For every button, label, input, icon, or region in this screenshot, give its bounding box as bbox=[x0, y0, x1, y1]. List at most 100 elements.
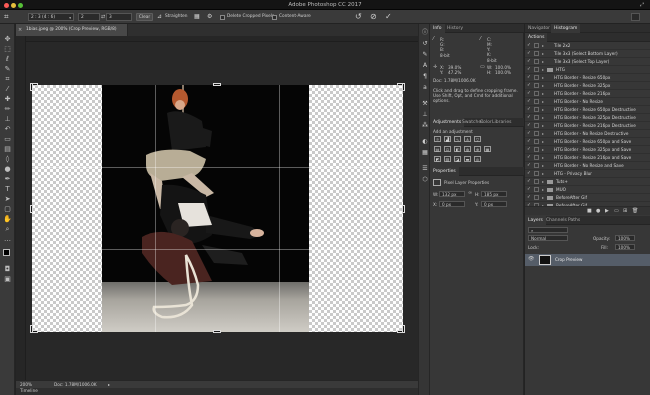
gradient-tool-icon[interactable]: ▤ bbox=[3, 145, 12, 154]
action-item[interactable]: ✓ ▸ MUO bbox=[525, 186, 650, 194]
action-item[interactable]: ✓ ▸ HTG Border - Resize 650px bbox=[525, 74, 650, 82]
fill-field[interactable]: 100% bbox=[615, 244, 635, 250]
styles-panel-icon[interactable]: ▦ bbox=[421, 149, 429, 157]
selective-color-icon[interactable]: ◎ bbox=[474, 156, 481, 162]
crop-tool-icon[interactable]: ⌗ bbox=[3, 75, 12, 84]
blur-tool-icon[interactable]: ◊ bbox=[3, 155, 12, 164]
action-dialog-toggle[interactable] bbox=[534, 131, 539, 136]
crop-handle-right[interactable] bbox=[402, 205, 405, 213]
action-item[interactable]: ✓ ▸ HTG Border - No Resize Destructive bbox=[525, 130, 650, 138]
eyedropper-tool-icon[interactable]: ⁄ bbox=[3, 85, 12, 94]
workspace-switcher[interactable] bbox=[631, 13, 640, 21]
content-aware-checkbox[interactable] bbox=[272, 15, 277, 20]
layer-filter-select[interactable]: ⌕ bbox=[528, 227, 568, 233]
action-dialog-toggle[interactable] bbox=[534, 171, 539, 176]
action-item[interactable]: ✓ ▸ HTG Border - No Resize bbox=[525, 98, 650, 106]
properties-panel-icon[interactable]: ☰ bbox=[421, 165, 429, 173]
expand-arrow-icon[interactable]: ▸ bbox=[542, 58, 544, 66]
delete-cropped-checkbox[interactable] bbox=[220, 15, 225, 20]
swap-ratio-icon[interactable]: ⇄ bbox=[101, 13, 105, 21]
expand-arrow-icon[interactable]: ▸ bbox=[542, 42, 544, 50]
layer-row-crop-preview[interactable]: 👁 Crop Preview bbox=[525, 254, 650, 266]
timeline-tab[interactable]: Timeline bbox=[20, 387, 38, 395]
adjustments-panel-icon[interactable]: ◐ bbox=[421, 138, 429, 146]
expand-arrow-icon[interactable]: ▸ bbox=[542, 50, 544, 58]
action-dialog-toggle[interactable] bbox=[534, 163, 539, 168]
action-enabled-check-icon[interactable]: ✓ bbox=[527, 67, 532, 72]
eye-icon[interactable]: 👁 bbox=[528, 257, 534, 262]
action-dialog-toggle[interactable] bbox=[534, 115, 539, 120]
expand-arrow-icon[interactable]: ▸ bbox=[542, 106, 544, 114]
action-item[interactable]: ✓ ▸ HTG Border - Resize 325px and Save bbox=[525, 146, 650, 154]
new-action-icon[interactable]: ⊞ bbox=[623, 209, 627, 214]
action-enabled-check-icon[interactable]: ✓ bbox=[527, 43, 532, 48]
action-dialog-toggle[interactable] bbox=[534, 195, 539, 200]
expand-arrow-icon[interactable]: ▸ bbox=[542, 154, 544, 162]
more-tools-icon[interactable]: … bbox=[3, 235, 12, 244]
action-enabled-check-icon[interactable]: ✓ bbox=[527, 107, 532, 112]
action-item[interactable]: ✓ ▸ HTG Border - No Resize and Save bbox=[525, 162, 650, 170]
hand-tool-icon[interactable]: ✋ bbox=[3, 215, 12, 224]
action-enabled-check-icon[interactable]: ✓ bbox=[527, 59, 532, 64]
zoom-tool-icon[interactable]: ⌕ bbox=[3, 225, 12, 234]
action-item[interactable]: ✓ ▸ HTG Border - Resize 216px bbox=[525, 90, 650, 98]
action-enabled-check-icon[interactable]: ✓ bbox=[527, 147, 532, 152]
action-dialog-toggle[interactable] bbox=[534, 179, 539, 184]
clone-source-icon[interactable]: ⊥ bbox=[421, 111, 429, 119]
crop-tool-icon[interactable]: ⌗ bbox=[4, 12, 14, 22]
lasso-tool-icon[interactable]: ℓ bbox=[3, 55, 12, 64]
action-item[interactable]: ✓ ▸ Tuts+ bbox=[525, 178, 650, 186]
action-dialog-toggle[interactable] bbox=[534, 59, 539, 64]
levels-icon[interactable]: ▟ bbox=[444, 136, 451, 142]
crop-handle-br-v[interactable] bbox=[402, 325, 405, 333]
screen-mode-icon[interactable]: ▣ bbox=[3, 275, 12, 284]
expand-arrow-icon[interactable]: ▸ bbox=[542, 170, 544, 178]
action-item[interactable]: ✓ ▸ HTG Border - Resize 325px bbox=[525, 82, 650, 90]
link-icon[interactable]: ∞ bbox=[468, 191, 472, 196]
crop-handle-tr-v[interactable] bbox=[402, 83, 405, 91]
3d-panel-icon[interactable]: ⬡ bbox=[421, 176, 429, 184]
info-panel-icon[interactable]: ⓘ bbox=[421, 29, 429, 37]
color-balance-icon[interactable]: ⚖ bbox=[444, 146, 451, 152]
quick-mask-icon[interactable]: ◘ bbox=[3, 265, 12, 274]
dodge-tool-icon[interactable]: ● bbox=[3, 165, 12, 174]
action-enabled-check-icon[interactable]: ✓ bbox=[527, 179, 532, 184]
expand-arrow-icon[interactable]: ▸ bbox=[542, 130, 544, 138]
tab-paths[interactable]: Paths bbox=[565, 216, 583, 225]
prop-x-field[interactable]: 0 px bbox=[439, 201, 465, 207]
character-panel-icon[interactable]: A bbox=[421, 62, 429, 70]
trash-icon[interactable]: 🗑 bbox=[632, 209, 638, 214]
tab-navigator[interactable]: Navigator bbox=[525, 24, 553, 33]
tab-properties[interactable]: Properties bbox=[430, 167, 459, 176]
brush-presets-icon[interactable]: ✎ bbox=[421, 51, 429, 59]
quick-select-tool-icon[interactable]: ✎ bbox=[3, 65, 12, 74]
expand-arrow-icon[interactable]: ▸ bbox=[542, 178, 544, 186]
action-dialog-toggle[interactable] bbox=[534, 43, 539, 48]
blend-mode-select[interactable]: Normal bbox=[528, 235, 568, 241]
expand-arrow-icon[interactable]: ▸ bbox=[542, 122, 544, 130]
marquee-tool-icon[interactable]: ⬚ bbox=[3, 45, 12, 54]
expand-arrow-icon[interactable]: ▸ bbox=[542, 146, 544, 154]
posterize-icon[interactable]: ▧ bbox=[444, 156, 451, 162]
stop-icon[interactable]: ■ bbox=[587, 209, 592, 214]
crop-handle-top[interactable] bbox=[213, 83, 221, 86]
action-item[interactable]: ✓ ▸ HTG Border - Resize 216px Destructive bbox=[525, 122, 650, 130]
expand-arrow-icon[interactable]: ▸ bbox=[542, 114, 544, 122]
play-icon[interactable]: ▶ bbox=[605, 209, 609, 214]
brush-tool-icon[interactable]: ✏ bbox=[3, 105, 12, 114]
healing-brush-icon[interactable]: ✚ bbox=[3, 95, 12, 104]
action-dialog-toggle[interactable] bbox=[534, 67, 539, 72]
history-brush-icon[interactable]: ↶ bbox=[3, 125, 12, 134]
vibrance-icon[interactable]: ▽ bbox=[474, 136, 481, 142]
crop-handle-left[interactable] bbox=[30, 205, 33, 213]
opacity-field[interactable]: 100% bbox=[615, 235, 635, 241]
expand-arrow-icon[interactable]: ▸ bbox=[542, 98, 544, 106]
expand-arrow-icon[interactable]: ▸ bbox=[542, 82, 544, 90]
action-item[interactable]: ✓ ▸ BeforeAfter Gif bbox=[525, 194, 650, 202]
expand-arrow-icon[interactable]: ▸ bbox=[542, 194, 544, 202]
tab-libraries[interactable]: Libraries bbox=[489, 118, 514, 127]
color-lookup-icon[interactable]: ▦ bbox=[484, 146, 491, 152]
clone-stamp-icon[interactable]: ⊥ bbox=[3, 115, 12, 124]
ratio-width-field[interactable]: 2 bbox=[78, 13, 100, 21]
action-dialog-toggle[interactable] bbox=[534, 99, 539, 104]
